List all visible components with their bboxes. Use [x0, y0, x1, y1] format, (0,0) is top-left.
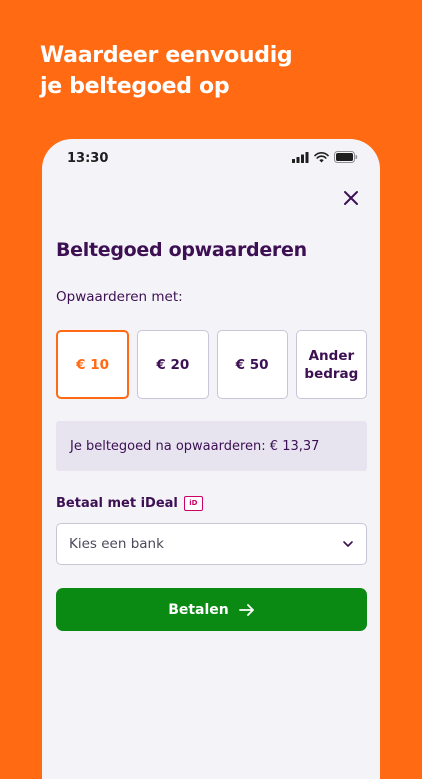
arrow-right-icon — [238, 603, 254, 616]
status-time: 13:30 — [67, 151, 109, 166]
wifi-icon — [314, 151, 329, 162]
pay-button[interactable]: Betalen — [56, 588, 367, 631]
bank-select[interactable]: Kies een bank — [56, 523, 367, 565]
ideal-logo-text: iD — [189, 499, 198, 507]
amount-option-50[interactable]: € 50 — [216, 330, 288, 399]
balance-after-topup: Je beltegoed na opwaarderen: € 13,37 — [56, 421, 367, 471]
ideal-logo-icon: iD — [183, 496, 203, 511]
amount-option-other[interactable]: Ander bedrag — [295, 330, 367, 399]
battery-icon — [334, 151, 358, 163]
chevron-down-icon — [343, 541, 353, 547]
signal-icon — [292, 151, 309, 163]
phone-screen: 13:30 Beltegoed opwaarderen Opwaarderen … — [42, 139, 380, 779]
amount-options: € 10 € 20 € 50 Ander bedrag — [56, 330, 367, 399]
headline-line-2: je beltegoed op — [40, 74, 230, 99]
bank-select-value: Kies een bank — [69, 536, 164, 552]
close-icon — [344, 191, 358, 205]
amount-other-line-1: Ander — [308, 347, 355, 364]
close-button[interactable] — [340, 187, 362, 209]
status-bar: 13:30 — [42, 139, 380, 179]
ideal-label: Betaal met iDeal iD — [56, 496, 203, 511]
topup-subtitle: Opwaarderen met: — [56, 289, 183, 305]
amount-option-10[interactable]: € 10 — [56, 330, 130, 399]
amount-other-line-2: bedrag — [304, 365, 359, 382]
amount-option-20[interactable]: € 20 — [137, 330, 209, 399]
ideal-label-text: Betaal met iDeal — [56, 496, 178, 511]
pay-button-label: Betalen — [168, 601, 229, 618]
promo-headline: Waardeer eenvoudig je beltegoed op — [40, 40, 293, 102]
page-title: Beltegoed opwaarderen — [56, 239, 307, 261]
headline-line-1: Waardeer eenvoudig — [40, 43, 293, 68]
